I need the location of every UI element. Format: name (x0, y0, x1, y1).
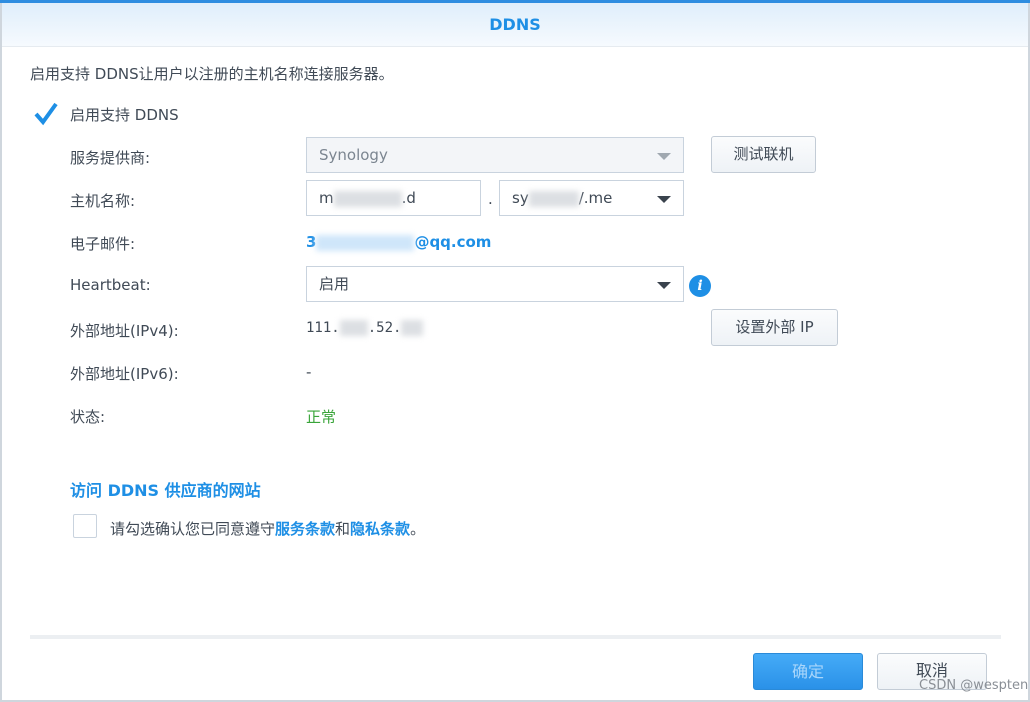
redacted (339, 320, 368, 336)
domain-select[interactable]: sy /.me (499, 180, 684, 216)
agree-prefix: 请勾选确认您已同意遵守 (110, 520, 276, 538)
ipv4-label: 外部地址(IPv4): (70, 322, 179, 340)
ipv6-label: 外部地址(IPv6): (70, 365, 179, 383)
checkmark-icon (34, 102, 58, 126)
ok-button[interactable]: 确定 (753, 653, 863, 690)
description: 启用支持 DDNS让用户以注册的主机名称连接服务器。 (30, 65, 394, 83)
hostname-prefix: m (319, 189, 334, 207)
redacted (316, 234, 415, 251)
terms-link[interactable]: 服务条款 (275, 520, 335, 538)
footer-divider (30, 635, 1001, 639)
hostname-dot: . (488, 190, 493, 208)
enable-ddns-checkbox[interactable] (33, 101, 58, 126)
ipv6-value: - (306, 363, 312, 381)
chevron-down-icon (657, 153, 671, 160)
provider-select[interactable]: Synology (306, 137, 684, 173)
domain-prefix: sy (512, 189, 529, 207)
test-connection-button[interactable]: 测试联机 (711, 136, 816, 173)
chevron-down-icon (657, 282, 671, 289)
heartbeat-select[interactable]: 启用 (306, 266, 684, 302)
provider-value: Synology (319, 146, 388, 164)
email-label: 电子邮件: (70, 235, 136, 253)
redacted (528, 190, 579, 207)
domain-suffix: /.me (578, 189, 613, 207)
hostname-suffix: .d (401, 189, 416, 207)
heartbeat-value: 启用 (319, 275, 350, 293)
status-value: 正常 (306, 408, 337, 426)
dialog-title: DDNS (2, 3, 1028, 47)
ipv4-part: 111. (306, 320, 340, 336)
email-suffix: @qq.com (414, 233, 492, 251)
status-label: 状态: (70, 408, 106, 426)
ipv4-value: 111. .52. (306, 320, 424, 336)
provider-label: 服务提供商: (70, 149, 151, 167)
agree-checkbox[interactable] (73, 514, 97, 538)
redacted (401, 320, 424, 336)
email-value: 3 @qq.com (306, 233, 491, 251)
agree-end: 。 (410, 520, 426, 538)
privacy-link[interactable]: 隐私条款 (350, 520, 410, 538)
chevron-down-icon (657, 196, 671, 203)
set-external-ip-button[interactable]: 设置外部 IP (711, 309, 838, 346)
watermark: CSDN @wespten (919, 678, 1029, 693)
hostname-input[interactable]: m .d (306, 180, 481, 216)
ipv4-part: .52. (367, 320, 402, 336)
agree-text: 请勾选确认您已同意遵守服务条款和隐私条款。 (110, 518, 425, 539)
enable-ddns-label: 启用支持 DDNS (70, 106, 179, 124)
email-prefix: 3 (306, 233, 317, 251)
visit-provider-link[interactable]: 访问 DDNS 供应商的网站 (70, 477, 261, 501)
redacted (333, 190, 402, 207)
info-icon[interactable]: i (689, 275, 711, 297)
heartbeat-label: Heartbeat: (70, 276, 151, 294)
hostname-label: 主机名称: (70, 192, 136, 210)
agree-and: 和 (335, 520, 351, 538)
